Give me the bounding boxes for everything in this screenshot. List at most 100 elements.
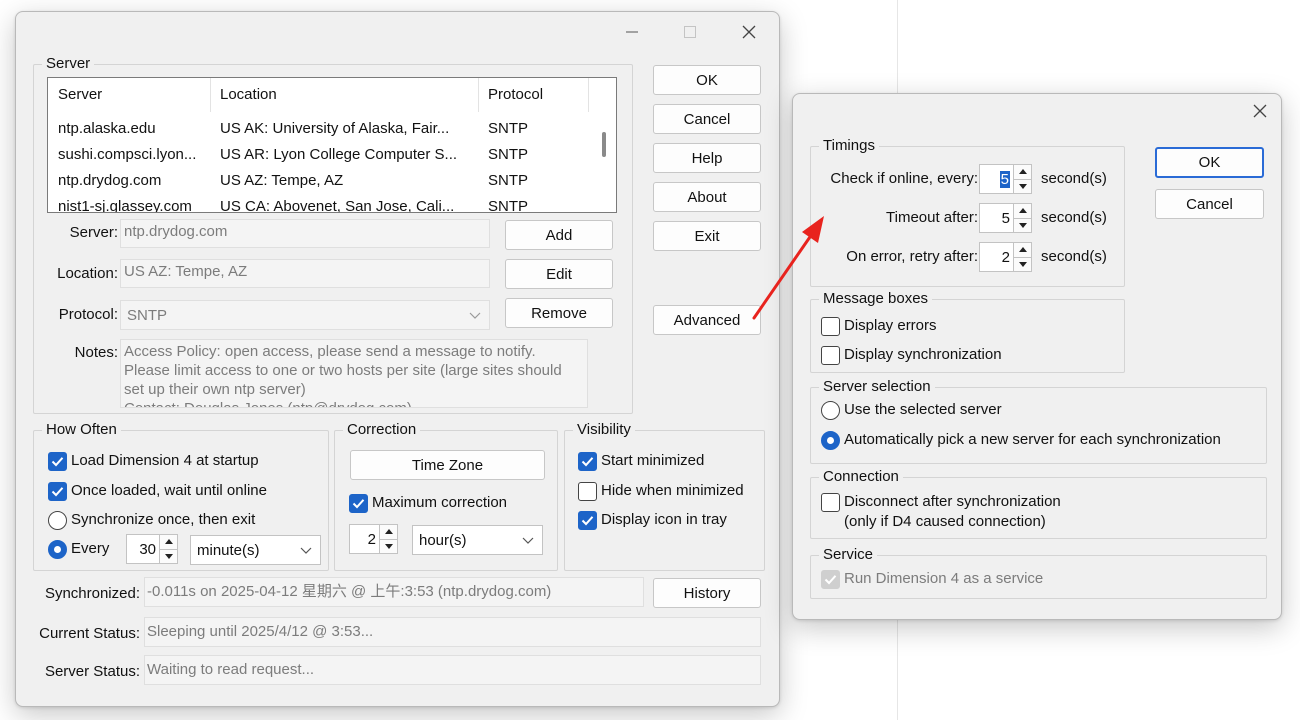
notes-line: Access Policy: open access, please send …: [124, 343, 536, 360]
cell-protocol: SNTP: [488, 198, 529, 213]
spin-up-icon[interactable]: [380, 525, 397, 539]
table-row[interactable]: ntp.alaska.edu US AK: University of Alas…: [48, 116, 588, 142]
correction-unit-select[interactable]: hour(s): [412, 525, 543, 555]
edit-button[interactable]: Edit: [505, 259, 613, 289]
check-online-spinner[interactable]: 5: [979, 164, 1032, 194]
max-correction-label: Maximum correction: [372, 494, 508, 511]
display-errors-label: Display errors: [844, 317, 937, 334]
close-button[interactable]: [727, 18, 771, 46]
connection-title: Connection: [819, 467, 903, 487]
spin-up-icon[interactable]: [1014, 204, 1031, 218]
display-tray-checkbox[interactable]: Display icon in tray: [578, 510, 727, 530]
server-status-label: Server Status:: [44, 663, 140, 680]
column-header-server[interactable]: Server: [48, 78, 210, 112]
timeout-spinner[interactable]: 5: [979, 203, 1032, 233]
advanced-cancel-button[interactable]: Cancel: [1155, 189, 1264, 219]
cell-server: ntp.drydog.com: [58, 172, 162, 189]
table-row[interactable]: nist1-sj.glassey.com US CA: Abovenet, Sa…: [48, 194, 588, 213]
checkbox-checked-icon: [48, 481, 67, 501]
chevron-down-icon: [300, 547, 312, 554]
server-list[interactable]: Server Location Protocol ntp.alaska.edu …: [47, 77, 617, 213]
checkbox-disabled-checked-icon: [821, 569, 840, 589]
advanced-close-button[interactable]: [1238, 97, 1282, 125]
notes-label: Notes:: [74, 344, 118, 361]
every-spinner[interactable]: 30: [126, 534, 178, 564]
column-separator[interactable]: [588, 78, 589, 112]
correction-spinner[interactable]: 2: [349, 524, 398, 554]
retry-value[interactable]: 2: [979, 242, 1013, 272]
server-field[interactable]: ntp.drydog.com: [120, 219, 490, 248]
radio-selected-icon: [48, 539, 67, 559]
display-tray-label: Display icon in tray: [601, 511, 727, 528]
protocol-select[interactable]: SNTP: [120, 300, 490, 330]
spin-up-icon[interactable]: [1014, 165, 1031, 179]
table-row[interactable]: sushi.compsci.lyon... US AR: Lyon Colleg…: [48, 142, 588, 168]
table-row[interactable]: ntp.drydog.com US AZ: Tempe, AZ SNTP: [48, 168, 588, 194]
wait-online-checkbox[interactable]: Once loaded, wait until online: [48, 481, 267, 501]
current-status-field: Sleeping until 2025/4/12 @ 3:53...: [144, 617, 761, 647]
timeout-label: Timeout after:: [886, 209, 978, 226]
notes-line: Please limit access to one or two hosts …: [124, 362, 562, 379]
protocol-select-value: SNTP: [127, 306, 168, 324]
spin-up-icon[interactable]: [160, 535, 177, 549]
correction-title: Correction: [343, 420, 421, 440]
spin-down-icon[interactable]: [160, 548, 177, 564]
server-group-title: Server: [42, 54, 95, 74]
correction-spinner-value[interactable]: 2: [349, 524, 379, 554]
checkbox-checked-icon: [578, 451, 597, 471]
exit-button[interactable]: Exit: [653, 221, 761, 251]
display-errors-checkbox[interactable]: Display errors: [821, 316, 937, 336]
spin-down-icon[interactable]: [1014, 217, 1031, 233]
advanced-ok-button[interactable]: OK: [1155, 147, 1264, 178]
disconnect-note: (only if D4 caused connection): [844, 513, 1046, 530]
add-button[interactable]: Add: [505, 220, 613, 250]
remove-button[interactable]: Remove: [505, 298, 613, 328]
cell-location: US AZ: Tempe, AZ: [220, 172, 344, 189]
dimension4-main-window: Server Server Location Protocol ntp.alas…: [15, 11, 780, 707]
disconnect-checkbox[interactable]: Disconnect after synchronization: [821, 492, 1061, 512]
cell-protocol: SNTP: [488, 120, 529, 137]
maximize-icon: [684, 26, 696, 38]
every-spinner-value[interactable]: 30: [126, 534, 159, 564]
help-button[interactable]: Help: [653, 143, 761, 173]
ok-button[interactable]: OK: [653, 65, 761, 95]
notes-line: Contact: Douglas Jones (ntp@drydog.com): [124, 399, 584, 407]
time-zone-button[interactable]: Time Zone: [350, 450, 545, 480]
every-radio[interactable]: Every: [48, 539, 109, 559]
advanced-button[interactable]: Advanced: [653, 305, 761, 335]
server-selection-group: Server selection: [810, 377, 1267, 464]
column-header-protocol[interactable]: Protocol: [478, 78, 588, 112]
location-field[interactable]: US AZ: Tempe, AZ: [120, 259, 490, 288]
hide-minimized-checkbox[interactable]: Hide when minimized: [578, 481, 744, 501]
notes-box[interactable]: Access Policy: open access, please send …: [120, 339, 588, 408]
start-minimized-checkbox[interactable]: Start minimized: [578, 451, 704, 471]
every-unit-select[interactable]: minute(s): [190, 535, 321, 565]
minimize-button[interactable]: [610, 18, 654, 46]
list-scrollbar-thumb[interactable]: [602, 132, 606, 157]
cancel-button[interactable]: Cancel: [653, 104, 761, 134]
server-selection-title: Server selection: [819, 377, 935, 397]
cell-server: sushi.compsci.lyon...: [58, 146, 197, 163]
sync-once-label: Synchronize once, then exit: [71, 511, 256, 528]
check-online-value[interactable]: 5: [979, 164, 1013, 194]
column-header-location[interactable]: Location: [210, 78, 478, 112]
load-startup-checkbox[interactable]: Load Dimension 4 at startup: [48, 451, 259, 471]
chevron-down-icon: [469, 312, 481, 319]
about-button[interactable]: About: [653, 182, 761, 212]
auto-pick-radio[interactable]: Automatically pick a new server for each…: [821, 430, 1221, 450]
auto-pick-label: Automatically pick a new server for each…: [844, 431, 1221, 448]
wait-online-label: Once loaded, wait until online: [71, 482, 267, 499]
display-sync-checkbox[interactable]: Display synchronization: [821, 345, 1002, 365]
max-correction-checkbox[interactable]: Maximum correction: [349, 493, 507, 513]
history-button[interactable]: History: [653, 578, 761, 608]
spin-down-icon[interactable]: [1014, 256, 1031, 272]
use-selected-radio[interactable]: Use the selected server: [821, 400, 1002, 420]
spin-up-icon[interactable]: [1014, 243, 1031, 257]
spin-down-icon[interactable]: [1014, 178, 1031, 194]
sync-once-radio[interactable]: Synchronize once, then exit: [48, 510, 255, 530]
retry-spinner[interactable]: 2: [979, 242, 1032, 272]
timeout-value[interactable]: 5: [979, 203, 1013, 233]
spin-down-icon[interactable]: [380, 538, 397, 554]
run-service-checkbox: Run Dimension 4 as a service: [821, 569, 1043, 589]
minimize-icon: [626, 31, 638, 33]
